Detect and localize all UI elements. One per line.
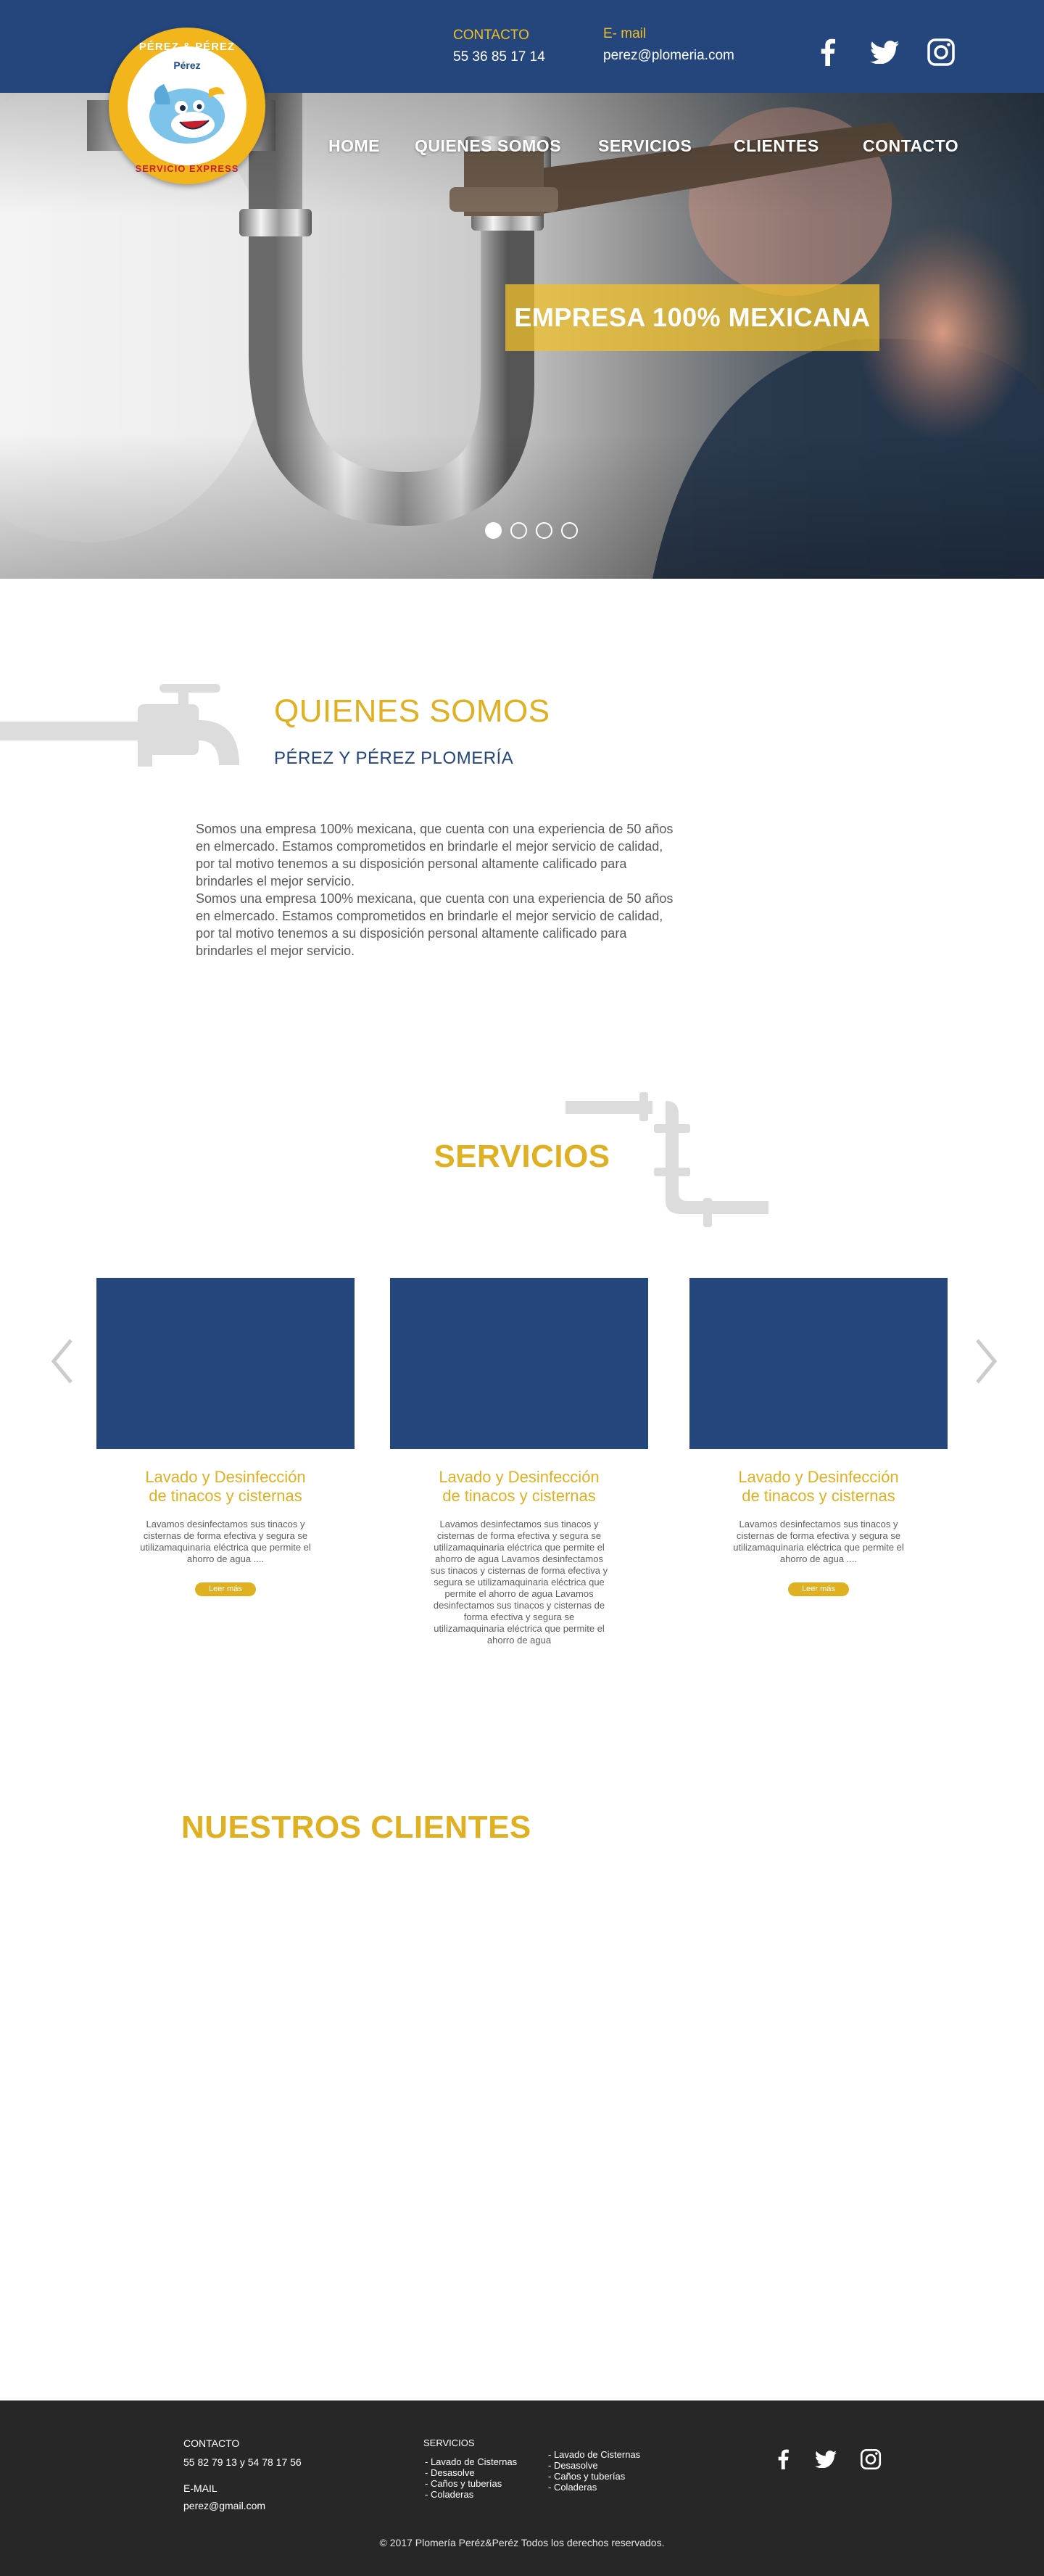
facebook-icon[interactable]: [812, 36, 844, 68]
footer-facebook-icon[interactable]: [771, 2447, 795, 2472]
service-title-1: Lavado y Desinfección de tinacos y ciste…: [96, 1468, 355, 1506]
about-title: QUIENES SOMOS: [274, 693, 550, 729]
nav-contacto[interactable]: CONTACTO: [863, 136, 958, 156]
slider-dot-4[interactable]: [561, 522, 578, 539]
about-subtitle: PÉREZ Y PÉREZ PLOMERÍA: [274, 748, 514, 768]
footer-copyright: © 2017 Plomería Peréz&Peréz Todos los de…: [379, 2537, 665, 2548]
service-text-1: Lavamos desinfectamos sus tinacos y cist…: [140, 1519, 311, 1564]
footer-services-list-1: - Lavado de Cisternas - Desasolve - Caño…: [425, 2456, 517, 2500]
service-text-2: Lavamos desinfectamos sus tinacos y cist…: [430, 1519, 608, 1646]
service-image-1: [96, 1278, 355, 1449]
service-card-3[interactable]: Lavado y Desinfección de tinacos y ciste…: [689, 1278, 948, 1596]
company-logo[interactable]: PÉREZ & PÉREZ Pérez SERVICIO EXPRESS: [109, 28, 265, 184]
footer-contact-label: CONTACTO: [183, 2437, 240, 2449]
service-title-2-line1: Lavado y Desinfección: [439, 1468, 600, 1486]
nav-home[interactable]: HOME: [328, 136, 380, 156]
service-title-1-line1: Lavado y Desinfección: [145, 1468, 306, 1486]
logo-name-text: Pérez: [173, 59, 201, 71]
footer-service-item[interactable]: - Coladeras: [425, 2489, 517, 2500]
service-title-3: Lavado y Desinfección de tinacos y ciste…: [689, 1468, 948, 1506]
nav-servicios[interactable]: SERVICIOS: [598, 136, 692, 156]
services-title: SERVICIOS: [434, 1139, 610, 1174]
slider-dot-1[interactable]: [485, 522, 502, 539]
email-label: E- mail: [603, 26, 647, 41]
nav-clientes[interactable]: CLIENTES: [734, 136, 819, 156]
carousel-prev-icon[interactable]: [48, 1336, 77, 1387]
read-more-button-3[interactable]: Leer más: [788, 1582, 849, 1596]
footer-email-label: E-MAIL: [183, 2482, 218, 2494]
carousel-next-icon[interactable]: [972, 1336, 1000, 1387]
phone-contact: CONTACTO 55 36 85 17 14: [453, 28, 545, 65]
service-title-1-line2: de tinacos y cisternas: [149, 1487, 302, 1505]
twitter-icon[interactable]: [869, 36, 900, 68]
footer-twitter-icon[interactable]: [813, 2447, 838, 2472]
nav-quienes-somos[interactable]: QUIENES SOMOS: [415, 136, 561, 156]
service-title-2: Lavado y Desinfección de tinacos y ciste…: [390, 1468, 648, 1506]
slider-dot-2[interactable]: [510, 522, 527, 539]
hero-banner-text: EMPRESA 100% MEXICANA: [514, 302, 871, 332]
footer-service-item[interactable]: - Caños y tuberías: [425, 2478, 517, 2489]
phone-number[interactable]: 55 36 85 17 14: [453, 49, 545, 65]
footer-services-label: SERVICIOS: [423, 2437, 475, 2448]
email-address[interactable]: perez@plomeria.com: [603, 48, 734, 64]
phone-label: CONTACTO: [453, 28, 529, 43]
service-image-3: [689, 1278, 948, 1449]
service-title-2-line2: de tinacos y cisternas: [442, 1487, 596, 1505]
about-paragraph-2: Somos una empresa 100% mexicana, que cue…: [196, 891, 674, 958]
footer-services-list-2: - Lavado de Cisternas - Desasolve - Caño…: [548, 2449, 640, 2493]
footer-phones[interactable]: 55 82 79 13 y 54 78 17 56: [183, 2456, 302, 2468]
logo-mascot: Pérez: [128, 46, 246, 165]
service-text-3: Lavamos desinfectamos sus tinacos y cist…: [733, 1519, 904, 1564]
footer-service-item[interactable]: - Desasolve: [425, 2467, 517, 2478]
email-contact: E- mail perez@plomeria.com: [603, 26, 734, 64]
footer: CONTACTO 55 82 79 13 y 54 78 17 56 E-MAI…: [0, 2400, 1044, 2576]
instagram-icon[interactable]: [925, 36, 957, 68]
hero-banner: EMPRESA 100% MEXICANA: [505, 284, 879, 351]
footer-service-item[interactable]: - Caños y tuberías: [548, 2471, 640, 2482]
slider-dot-3[interactable]: [536, 522, 552, 539]
footer-email[interactable]: perez@gmail.com: [183, 2500, 265, 2511]
service-title-3-line1: Lavado y Desinfección: [738, 1468, 899, 1486]
footer-service-item[interactable]: - Coladeras: [548, 2482, 640, 2493]
logo-bottom-text: SERVICIO EXPRESS: [135, 163, 239, 174]
read-more-button-1[interactable]: Leer más: [195, 1582, 256, 1596]
slider-dots: [485, 522, 578, 539]
footer-service-item[interactable]: - Lavado de Cisternas: [425, 2456, 517, 2467]
faucet-icon: [0, 684, 239, 767]
about-paragraph-1: Somos una empresa 100% mexicana, que cue…: [196, 822, 674, 888]
about-text: Somos una empresa 100% mexicana, que cue…: [196, 820, 682, 959]
clients-title: NUESTROS CLIENTES: [181, 1809, 531, 1845]
footer-instagram-icon[interactable]: [858, 2447, 883, 2472]
service-card-1[interactable]: Lavado y Desinfección de tinacos y ciste…: [96, 1278, 355, 1596]
footer-service-item[interactable]: - Lavado de Cisternas: [548, 2449, 640, 2460]
footer-service-item[interactable]: - Desasolve: [548, 2460, 640, 2471]
service-card-2[interactable]: Lavado y Desinfección de tinacos y ciste…: [390, 1278, 648, 1646]
service-title-3-line2: de tinacos y cisternas: [742, 1487, 895, 1505]
service-image-2: [390, 1278, 648, 1449]
